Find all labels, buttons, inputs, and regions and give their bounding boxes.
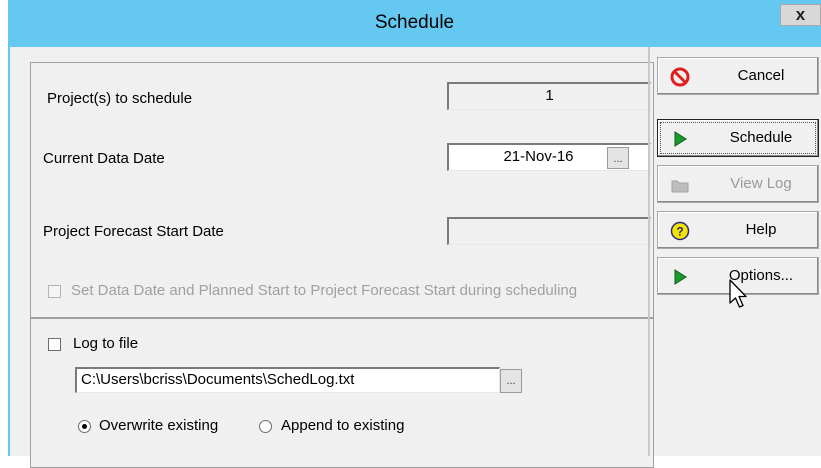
cancel-label: Cancel bbox=[737, 67, 785, 84]
log-to-file-checkbox[interactable] bbox=[48, 338, 61, 351]
append-radio[interactable] bbox=[259, 420, 272, 433]
set-data-date-checkbox[interactable] bbox=[48, 285, 61, 298]
data-date-browse-button[interactable]: ... bbox=[607, 147, 629, 169]
title-bar: Schedule x bbox=[8, 0, 821, 47]
log-panel: Log to file C:\Users\bcriss\Documents\Sc… bbox=[30, 318, 654, 468]
schedule-dialog: Schedule x Project(s) to schedule 1 Curr… bbox=[8, 0, 821, 468]
question-icon: ? bbox=[670, 221, 690, 241]
play-icon bbox=[674, 269, 687, 285]
button-column-separator bbox=[648, 47, 650, 456]
close-button[interactable]: x bbox=[780, 4, 821, 26]
window-frame-left bbox=[8, 47, 10, 456]
forecast-start-field bbox=[447, 217, 651, 245]
append-label: Append to existing bbox=[281, 417, 405, 434]
overwrite-label: Overwrite existing bbox=[99, 417, 219, 434]
set-data-date-label: Set Data Date and Planned Start to Proje… bbox=[71, 282, 578, 299]
mouse-pointer-icon bbox=[729, 279, 747, 308]
help-label: Help bbox=[745, 221, 777, 238]
view-log-button[interactable]: View Log bbox=[657, 165, 819, 203]
data-date-value: 21-Nov-16 bbox=[503, 148, 574, 165]
overwrite-radio[interactable] bbox=[78, 420, 91, 433]
options-label: Options... bbox=[728, 267, 794, 284]
schedule-options-panel: Project(s) to schedule 1 Current Data Da… bbox=[30, 62, 654, 318]
log-path-browse-button[interactable]: ... bbox=[500, 369, 522, 393]
forecast-start-label: Project Forecast Start Date bbox=[43, 223, 224, 240]
data-date-label: Current Data Date bbox=[43, 150, 165, 167]
view-log-label: View Log bbox=[730, 175, 792, 192]
projects-label: Project(s) to schedule bbox=[47, 90, 193, 107]
log-to-file-label: Log to file bbox=[73, 335, 139, 352]
projects-count-field: 1 bbox=[447, 82, 651, 110]
schedule-button[interactable]: Schedule bbox=[657, 119, 819, 157]
play-icon bbox=[674, 131, 687, 147]
svg-text:?: ? bbox=[676, 225, 683, 239]
no-entry-icon bbox=[670, 67, 690, 87]
help-button[interactable]: ? Help bbox=[657, 211, 819, 249]
log-path-input[interactable]: C:\Users\bcriss\Documents\SchedLog.txt bbox=[75, 367, 500, 393]
close-icon: x bbox=[795, 5, 806, 24]
dialog-title: Schedule bbox=[374, 12, 455, 33]
schedule-label: Schedule bbox=[729, 129, 793, 146]
cancel-button[interactable]: Cancel bbox=[657, 57, 819, 95]
folder-icon bbox=[671, 180, 689, 193]
